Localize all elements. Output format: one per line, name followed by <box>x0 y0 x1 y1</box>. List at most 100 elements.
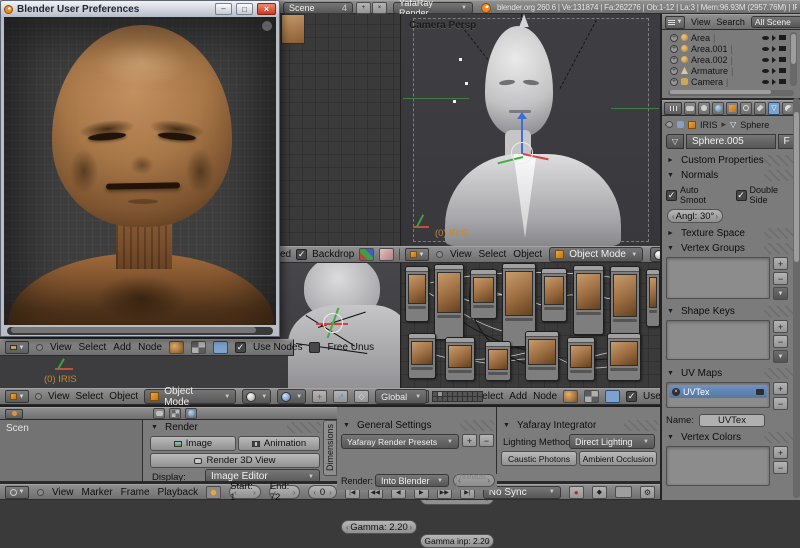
menu-add[interactable]: Add <box>113 342 131 353</box>
node-slider[interactable] <box>411 367 433 370</box>
node[interactable] <box>470 269 497 319</box>
tab-render-icon[interactable] <box>153 408 165 419</box>
double-side-checkbox[interactable]: ✓ <box>736 190 747 201</box>
channel-color-icon[interactable] <box>379 248 394 261</box>
visibility-eye-icon[interactable] <box>762 47 769 51</box>
vertex-colors-panel[interactable]: ▼ Vertex Colors <box>662 430 800 445</box>
node-slider[interactable] <box>505 318 533 321</box>
texture-space-panel[interactable]: ► Texture Space <box>662 226 800 241</box>
visibility-eye-icon[interactable] <box>762 36 769 40</box>
lighting-method-select[interactable]: Direct Lighting ▼ <box>569 434 655 449</box>
tab-world-icon[interactable] <box>185 408 197 419</box>
vertex-group-specials-button[interactable]: ▼ <box>773 287 788 300</box>
menu-select[interactable]: Select <box>79 342 107 353</box>
menu-playback[interactable]: Playback <box>158 487 199 498</box>
uv-map-item[interactable]: × UVTex <box>669 385 767 398</box>
uv-maps-panel[interactable]: ▼ UV Maps <box>662 366 800 381</box>
renderable-camera-icon[interactable] <box>779 68 786 73</box>
editor-type-button[interactable]: ▼ <box>405 248 429 261</box>
header-collapse-icon[interactable] <box>436 251 443 258</box>
shape-keys-list[interactable] <box>666 320 770 360</box>
node-slider[interactable] <box>473 305 494 308</box>
node-slider[interactable] <box>610 368 638 371</box>
node-slider[interactable] <box>613 319 637 322</box>
tab-object-icon[interactable] <box>726 102 738 115</box>
node-header[interactable] <box>526 332 558 337</box>
menu-node[interactable]: Node <box>533 391 557 402</box>
gizmo-circle[interactable] <box>323 313 343 333</box>
node-header[interactable] <box>608 334 640 339</box>
auto-smooth-checkbox[interactable]: ✓ <box>666 190 677 201</box>
node-slider[interactable] <box>649 310 657 313</box>
keying-set-icon[interactable]: ◆ <box>592 486 607 499</box>
vertex-group-remove-button[interactable]: − <box>773 272 788 285</box>
editor-type-button[interactable]: ▼ <box>5 341 29 354</box>
header-collapse-icon[interactable] <box>37 489 44 496</box>
selectable-cursor-icon[interactable] <box>772 68 776 74</box>
node-slider[interactable] <box>544 307 564 310</box>
preview-resize-handle[interactable] <box>262 21 272 31</box>
normals-panel[interactable]: ▼ Normals <box>662 168 800 183</box>
menu-node[interactable]: Node <box>138 342 162 353</box>
compositing-nodes-icon[interactable] <box>213 341 228 354</box>
node-header[interactable] <box>409 334 435 339</box>
vertex-colors-list[interactable] <box>666 446 770 486</box>
uv-name-field[interactable]: UVTex <box>699 414 765 427</box>
node-header[interactable] <box>568 338 594 343</box>
renderable-camera-icon[interactable] <box>779 35 786 40</box>
manipulator-translate-icon[interactable]: + <box>312 390 327 403</box>
transform-orientation-select[interactable]: Global ▼ <box>375 389 427 404</box>
node-header[interactable] <box>446 338 474 343</box>
integrator-header[interactable]: ▼ Yafaray Integrator <box>497 418 660 433</box>
outliner-item[interactable]: + Camera | <box>662 76 800 87</box>
menu-object[interactable]: Object <box>109 391 138 402</box>
outliner-item[interactable]: + Area | <box>662 32 800 43</box>
node-header[interactable] <box>406 267 428 272</box>
shape-key-specials-button[interactable]: ▼ <box>773 350 788 363</box>
vertex-groups-list[interactable] <box>666 257 770 299</box>
frame-end-field[interactable]: End: 72 <box>269 485 301 499</box>
camera-viewport[interactable]: Camera Persp (0) IRIS <box>400 14 660 246</box>
tab-scene-icon[interactable] <box>698 102 710 115</box>
channel-rgba-icon[interactable] <box>359 248 374 261</box>
general-settings-header[interactable]: ▼ General Settings <box>337 418 496 433</box>
properties-scrollbar[interactable] <box>793 98 800 498</box>
custom-properties-panel[interactable]: ► Custom Properties <box>662 153 800 168</box>
frame-start-field[interactable]: Start: 1 <box>229 485 261 499</box>
visibility-eye-icon[interactable] <box>762 58 769 62</box>
node[interactable] <box>445 337 475 381</box>
tab-object-data-icon[interactable]: ▽ <box>768 102 780 115</box>
pin-icon[interactable] <box>665 120 675 130</box>
visibility-eye-icon[interactable] <box>762 80 769 84</box>
manipulator-rotate-icon[interactable]: ↗ <box>333 390 348 403</box>
node-slider[interactable] <box>448 370 472 373</box>
window-titlebar[interactable]: Blender User Preferences – □ × <box>1 1 279 17</box>
selectable-cursor-icon[interactable] <box>772 46 776 52</box>
pivot-select[interactable]: ▼ <box>277 389 306 404</box>
menu-view[interactable]: View <box>52 487 74 498</box>
mode-select[interactable]: Object Mode ▼ <box>549 247 643 262</box>
gamma-input-field[interactable]: Gamma inp: 2.20 <box>420 534 494 548</box>
dimensions-tab[interactable]: Dimensions <box>323 420 337 476</box>
renderable-camera-icon[interactable] <box>779 46 786 51</box>
node[interactable] <box>485 341 511 381</box>
maximize-button[interactable]: □ <box>236 3 253 15</box>
node-editor-strip[interactable] <box>275 14 400 246</box>
current-frame-field[interactable]: 0 <box>308 485 336 499</box>
renderable-camera-icon[interactable] <box>779 79 786 84</box>
menu-view[interactable]: View <box>48 391 70 402</box>
node-slider[interactable] <box>576 312 601 315</box>
scene-name-field[interactable]: Scene 4 <box>283 2 353 14</box>
preset-add-button[interactable]: + <box>462 434 477 447</box>
manipulator-scale-icon[interactable]: ◇ <box>354 390 369 403</box>
render-animation-button[interactable]: Animation <box>238 436 320 451</box>
left-viewport[interactable]: (0) IRIS <box>0 356 280 388</box>
render-engine-select[interactable]: YafaRay Render▼ <box>393 2 473 14</box>
render-panel-header[interactable]: ▼ Render <box>143 420 323 435</box>
mode-select[interactable]: Object Mode ▼ <box>144 389 236 404</box>
uv-map-add-button[interactable]: + <box>773 382 788 395</box>
preview-range-icon[interactable] <box>206 486 221 499</box>
node[interactable] <box>567 337 595 381</box>
uv-map-remove-button[interactable]: − <box>773 397 788 410</box>
menu-frame[interactable]: Frame <box>121 487 150 498</box>
